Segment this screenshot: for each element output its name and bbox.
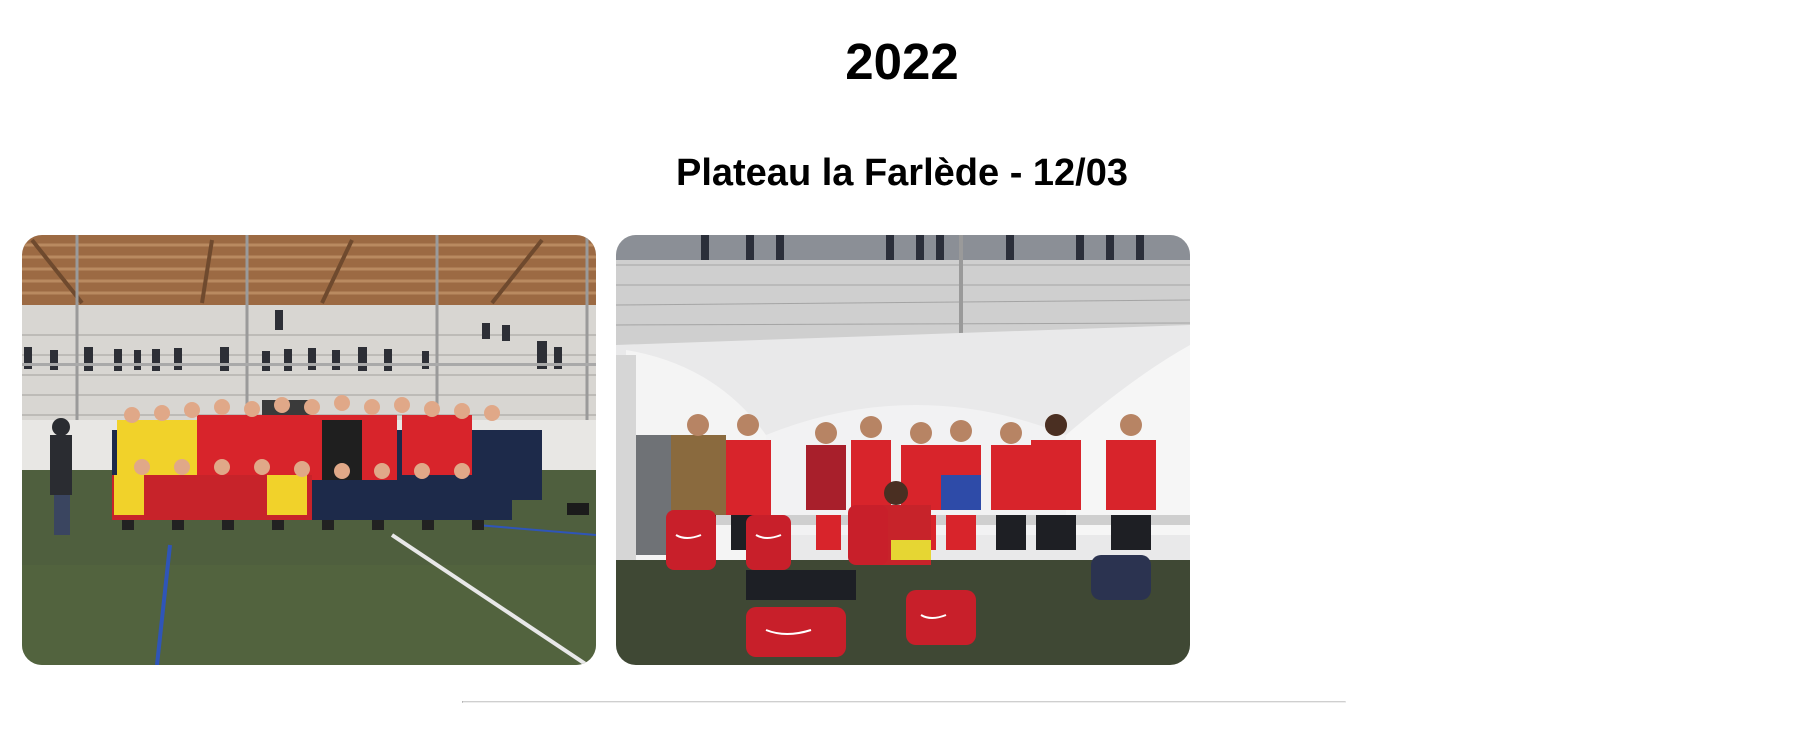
gallery-photo-1[interactable] (22, 235, 596, 665)
gallery-photo-2-image (616, 235, 1190, 665)
section-divider (462, 701, 1346, 703)
gallery-photo-1-image (22, 235, 596, 665)
event-title: Plateau la Farlède - 12/03 (675, 152, 1128, 194)
year-heading: 2022 (845, 33, 959, 90)
gallery-photo-2[interactable] (616, 235, 1190, 665)
